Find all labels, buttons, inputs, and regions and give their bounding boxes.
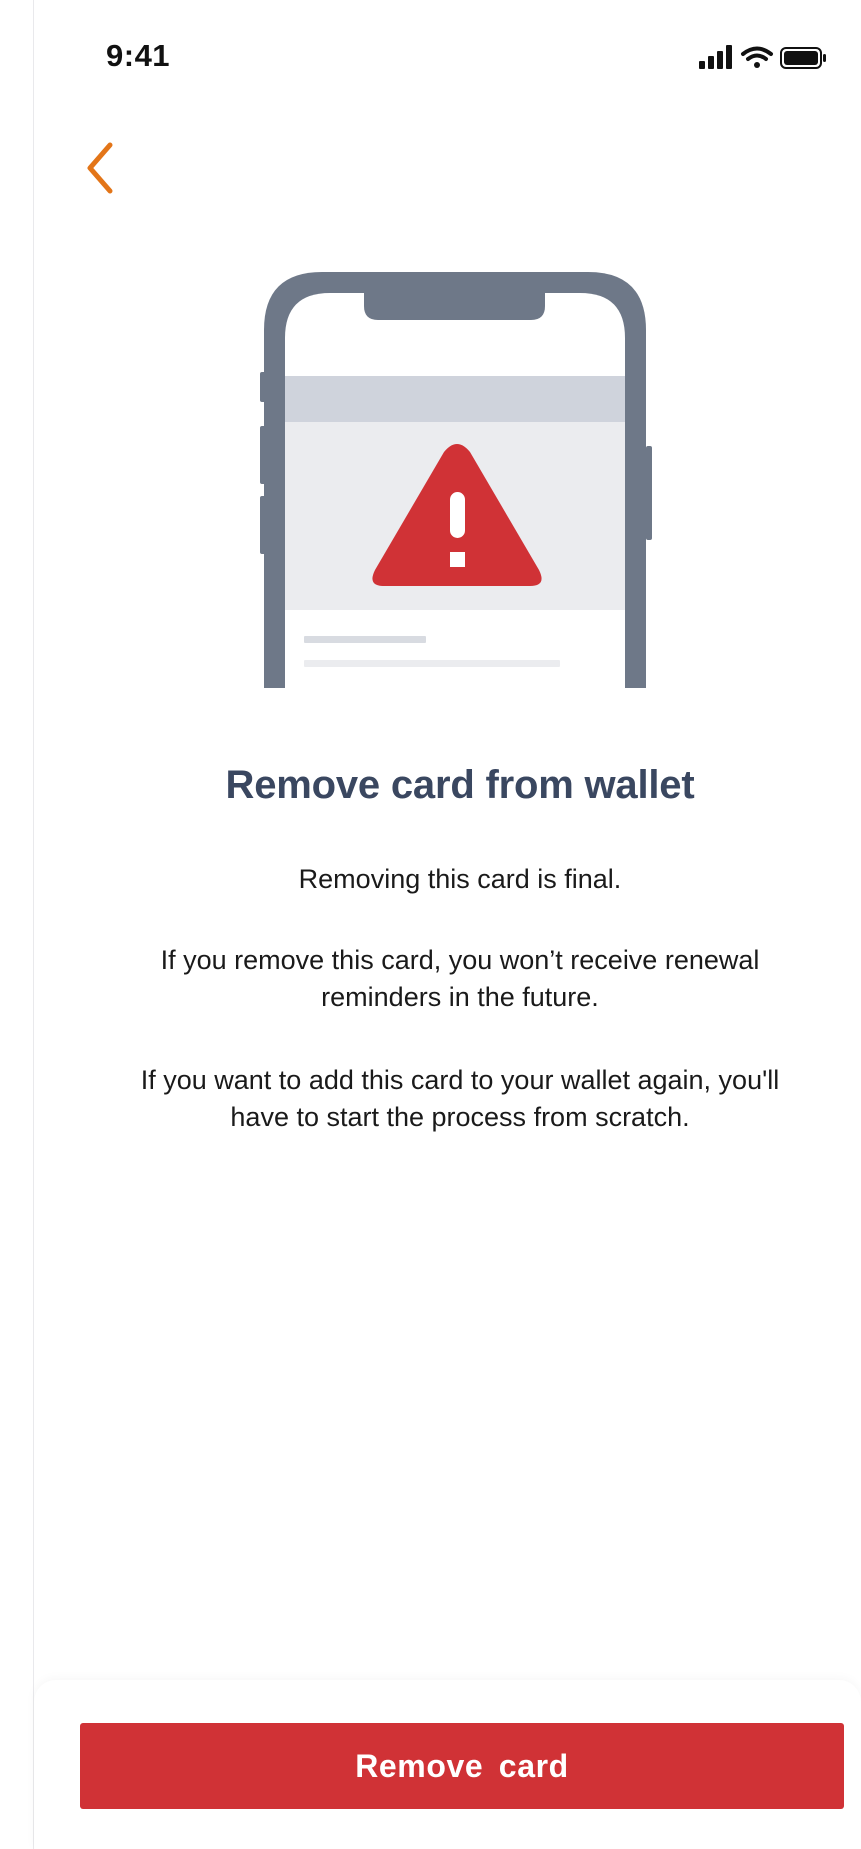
remove-card-screen: 9:41 Remove card from wallet Removing th…: [34, 0, 861, 1849]
bottom-action-sheet: Remove card: [34, 1680, 861, 1849]
phone-warning-illustration: [254, 268, 660, 688]
remove-card-button[interactable]: Remove card: [80, 1723, 844, 1809]
wifi-icon: [741, 46, 773, 68]
signal-icon: [699, 45, 732, 69]
screen-text-line: [304, 636, 426, 643]
screen-text-line: [304, 660, 560, 667]
final-warning-text: Removing this card is final.: [298, 864, 622, 894]
screen-header-bar: [285, 376, 625, 422]
phone-notch: [364, 291, 545, 320]
status-bar: 9:41: [34, 0, 861, 120]
chevron-left-icon: [87, 142, 113, 194]
renewal-reminder-text: If you remove this card, you won’t recei…: [160, 945, 760, 1012]
left-rail: [0, 0, 34, 1849]
re-add-card-text: If you want to add this card to your wal…: [140, 1065, 780, 1132]
page-title: Remove card from wallet: [225, 763, 695, 807]
back-button[interactable]: [70, 135, 130, 201]
phone-side-button: [646, 446, 652, 540]
battery-icon: [780, 47, 826, 69]
status-time: 9:41: [106, 38, 171, 73]
status-icons: [699, 44, 829, 74]
